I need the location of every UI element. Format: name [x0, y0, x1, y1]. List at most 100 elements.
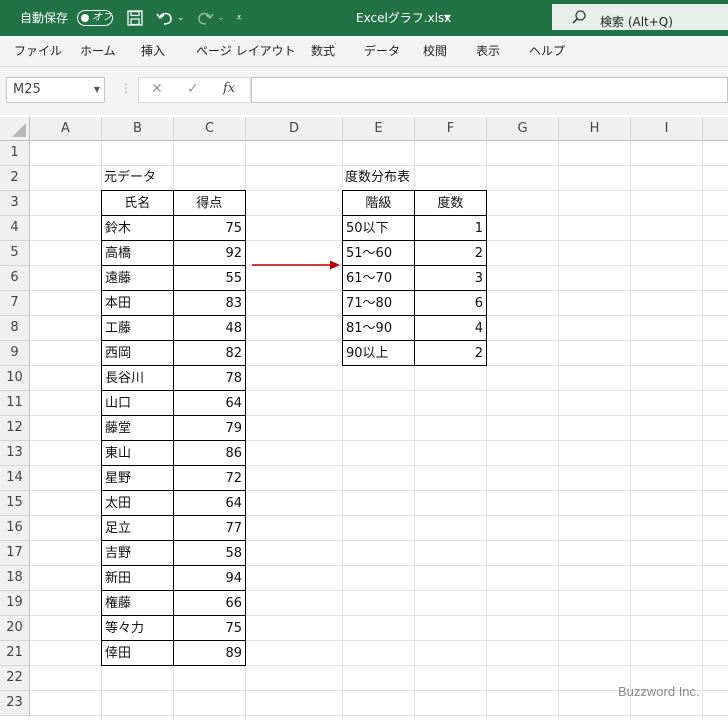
source-title[interactable]: 元データ	[104, 166, 156, 190]
tab-data[interactable]: データ	[364, 36, 400, 66]
col-header-i[interactable]: I	[631, 117, 703, 141]
cell-value[interactable]: 78	[172, 365, 247, 391]
cell-value[interactable]: 75	[172, 615, 247, 641]
cell-value[interactable]: 2	[413, 240, 488, 266]
row-header[interactable]: 5	[0, 241, 30, 266]
cell-label[interactable]: 50以下	[342, 215, 415, 241]
cell-value[interactable]: 4	[413, 315, 488, 341]
cell-label[interactable]: 太田	[101, 490, 174, 516]
save-icon[interactable]	[127, 10, 143, 26]
cell-label[interactable]: 遠藤	[101, 265, 174, 291]
cell-label[interactable]: 鈴木	[101, 215, 174, 241]
header-class[interactable]: 階級	[342, 190, 415, 216]
redo-icon[interactable]	[196, 10, 214, 26]
freq-title[interactable]: 度数分布表	[345, 166, 410, 190]
row-header[interactable]: 15	[0, 491, 30, 516]
cancel-icon[interactable]: ✕	[151, 81, 163, 97]
row-header[interactable]: 8	[0, 316, 30, 341]
row-header[interactable]: 13	[0, 441, 30, 466]
row-header[interactable]: 9	[0, 341, 30, 366]
cell-value[interactable]: 3	[413, 265, 488, 291]
cell-value[interactable]: 89	[172, 640, 247, 666]
tab-file[interactable]: ファイル	[14, 36, 62, 66]
formula-input[interactable]	[251, 77, 728, 103]
select-all-corner[interactable]	[0, 117, 30, 141]
worksheet-grid[interactable]: A B C D E F G H I 1 2 3 4 5 6 7 8 9 10 1…	[0, 117, 728, 720]
tab-page-layout[interactable]: ページ レイアウト	[196, 36, 296, 66]
cell-value[interactable]: 1	[413, 215, 488, 241]
cell-label[interactable]: 星野	[101, 465, 174, 491]
cell-label[interactable]: 倖田	[101, 640, 174, 666]
row-header[interactable]: 10	[0, 366, 30, 391]
row-header[interactable]: 6	[0, 266, 30, 291]
tab-help[interactable]: ヘルプ	[529, 36, 565, 66]
tab-home[interactable]: ホーム	[80, 36, 116, 66]
cell-value[interactable]: 58	[172, 540, 247, 566]
row-header[interactable]: 16	[0, 516, 30, 541]
row-header[interactable]: 20	[0, 616, 30, 641]
col-header-c[interactable]: C	[174, 117, 246, 141]
cell-label[interactable]: 足立	[101, 515, 174, 541]
tab-insert[interactable]: 挿入	[141, 36, 165, 66]
cell-label[interactable]: 61～70	[342, 265, 415, 291]
autosave-toggle[interactable]: オフ	[77, 10, 113, 26]
cell-label[interactable]: 71～80	[342, 290, 415, 316]
cell-value[interactable]: 82	[172, 340, 247, 366]
cell-label[interactable]: 権藤	[101, 590, 174, 616]
tab-formulas[interactable]: 数式	[311, 36, 335, 66]
cell-label[interactable]: 新田	[101, 565, 174, 591]
row-header[interactable]: 14	[0, 466, 30, 491]
col-header-b[interactable]: B	[102, 117, 174, 141]
cell-value[interactable]: 86	[172, 440, 247, 466]
search-box[interactable]: 検索 (Alt+Q)	[552, 4, 728, 30]
customize-toolbar-icon[interactable]: ⩡	[236, 0, 242, 36]
row-header[interactable]: 4	[0, 216, 30, 241]
row-header[interactable]: 19	[0, 591, 30, 616]
cell-value[interactable]: 48	[172, 315, 247, 341]
row-header[interactable]: 21	[0, 641, 30, 666]
tab-view[interactable]: 表示	[476, 36, 500, 66]
cell-value[interactable]: 75	[172, 215, 247, 241]
cell-label[interactable]: 本田	[101, 290, 174, 316]
cell-value[interactable]: 92	[172, 240, 247, 266]
row-header[interactable]: 17	[0, 541, 30, 566]
cell-value[interactable]: 64	[172, 490, 247, 516]
row-header[interactable]: 12	[0, 416, 30, 441]
cell-label[interactable]: 等々力	[101, 615, 174, 641]
cell-label[interactable]: 工藤	[101, 315, 174, 341]
header-score[interactable]: 得点	[172, 190, 247, 216]
cell-value[interactable]: 79	[172, 415, 247, 441]
undo-icon[interactable]	[156, 10, 174, 26]
cell-value[interactable]: 94	[172, 565, 247, 591]
cell-value[interactable]: 2	[413, 340, 488, 366]
col-header-e[interactable]: E	[343, 117, 415, 141]
document-title[interactable]: Excelグラフ.xlsx	[356, 0, 451, 36]
row-header[interactable]: 22	[0, 666, 30, 691]
header-name[interactable]: 氏名	[101, 190, 174, 216]
cell-label[interactable]: 西岡	[101, 340, 174, 366]
cell-label[interactable]: 吉野	[101, 540, 174, 566]
row-header[interactable]: 18	[0, 566, 30, 591]
header-frequency[interactable]: 度数	[413, 190, 488, 216]
cell-value[interactable]: 64	[172, 390, 247, 416]
cell-label[interactable]: 51～60	[342, 240, 415, 266]
row-header[interactable]: 23	[0, 691, 30, 716]
cell-value[interactable]: 66	[172, 590, 247, 616]
row-header[interactable]: 3	[0, 191, 30, 216]
row-header[interactable]: 1	[0, 141, 30, 166]
insert-function-icon[interactable]: fx	[223, 81, 235, 96]
name-box[interactable]: M25 ▼	[6, 77, 105, 103]
cell-label[interactable]: 90以上	[342, 340, 415, 366]
row-header[interactable]: 7	[0, 291, 30, 316]
col-header-a[interactable]: A	[30, 117, 102, 141]
cell-value[interactable]: 55	[172, 265, 247, 291]
cell-value[interactable]: 83	[172, 290, 247, 316]
more-options-icon[interactable]: ⋮	[120, 81, 132, 95]
col-header-d[interactable]: D	[246, 117, 343, 141]
cell-value[interactable]: 6	[413, 290, 488, 316]
cell-label[interactable]: 81～90	[342, 315, 415, 341]
title-dropdown-icon[interactable]: ▼	[444, 0, 450, 36]
enter-icon[interactable]: ✓	[187, 81, 199, 97]
row-header[interactable]: 2	[0, 166, 30, 191]
col-header-g[interactable]: G	[487, 117, 559, 141]
